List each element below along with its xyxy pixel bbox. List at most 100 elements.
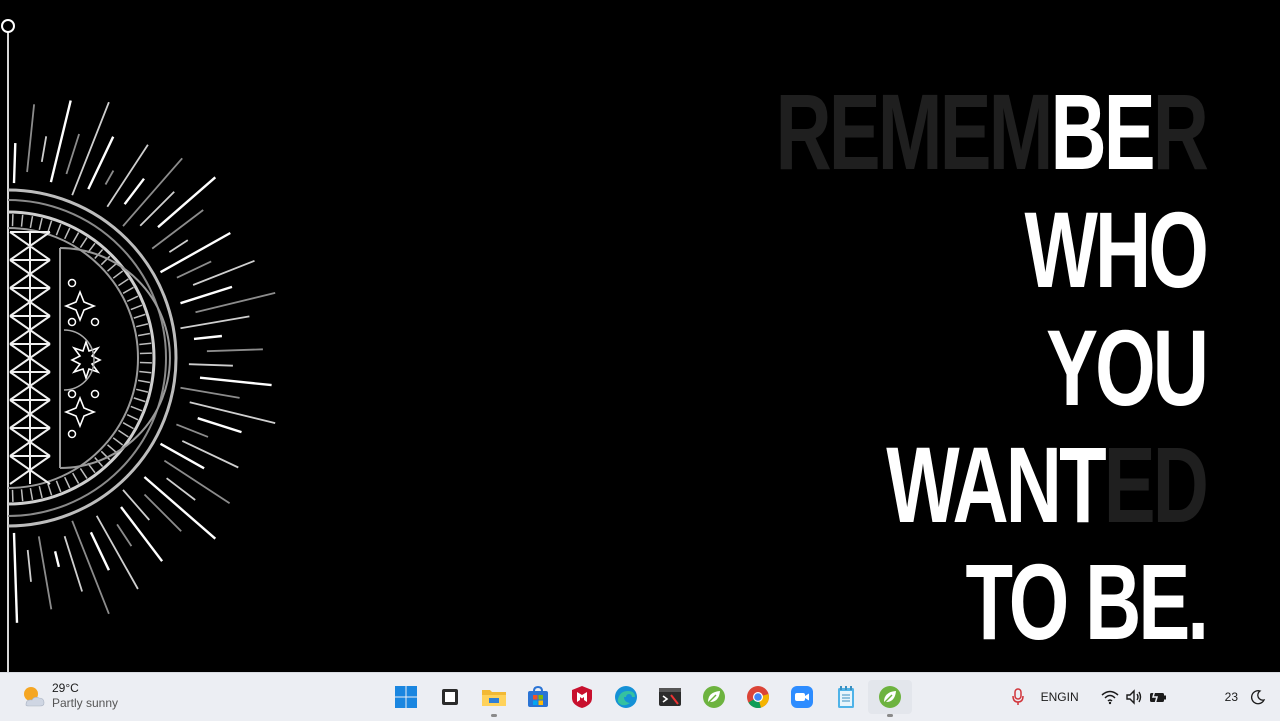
sunburst-tick — [134, 314, 146, 318]
weather-widget[interactable]: 29°C Partly sunny — [20, 681, 118, 711]
sunburst-ray — [65, 536, 83, 591]
sunburst-ray — [117, 524, 131, 546]
running-indicator — [887, 714, 893, 717]
mcafee-shield-icon — [570, 685, 594, 709]
sunburst-ray — [198, 418, 242, 432]
video-camera-icon — [790, 685, 814, 709]
sunburst-tick — [65, 477, 70, 488]
microphone-button[interactable] — [1011, 688, 1025, 706]
quote-bright-want: WANT — [886, 424, 1103, 545]
sunburst-ray — [145, 495, 182, 532]
sunburst-tick — [138, 334, 150, 336]
battery-button[interactable] — [1149, 689, 1167, 705]
sunburst-ray — [158, 177, 215, 227]
sunburst-tick — [138, 380, 150, 382]
sunburst-ray — [66, 134, 79, 174]
sunburst-tick — [80, 468, 87, 478]
wifi-button[interactable] — [1101, 689, 1119, 705]
sunburst-ray — [140, 192, 174, 226]
sunburst-ray — [121, 507, 162, 561]
notepad-button[interactable] — [824, 680, 868, 714]
sunburst-ray — [200, 378, 272, 385]
sunburst-ray — [167, 478, 196, 500]
volume-button[interactable] — [1125, 689, 1143, 705]
sunburst-ray — [181, 316, 250, 328]
sunburst-ray — [181, 388, 240, 398]
sunburst-ray — [91, 532, 109, 570]
sunburst-ray — [189, 364, 233, 366]
focus-assist-button[interactable] — [1250, 689, 1266, 705]
sunburst-tick — [136, 389, 148, 392]
zoom-button[interactable] — [780, 680, 824, 714]
quote-dim-prefix: REMEM — [775, 71, 1050, 192]
sunburst-tick — [108, 263, 117, 271]
sunburst-ray — [39, 536, 52, 609]
sunburst-ray — [177, 261, 211, 277]
sunburst-ray — [14, 533, 17, 623]
weather-temperature: 29°C — [52, 681, 118, 696]
mcafee-button[interactable] — [560, 680, 604, 714]
running-indicator — [491, 714, 497, 717]
sunburst-ray — [106, 171, 114, 185]
sunburst-tick — [118, 430, 128, 437]
moon-icon — [1250, 689, 1266, 705]
quote-line-5: TO BE. — [965, 548, 1206, 656]
sunburst-tick — [139, 343, 151, 344]
store-icon — [526, 685, 550, 709]
sunburst-tick — [127, 296, 138, 301]
sun-cloud-icon — [20, 683, 46, 709]
taskbar: 29°C Partly sunny — [0, 672, 1280, 721]
leaf-icon — [702, 685, 726, 709]
sunburst-ray — [207, 349, 263, 351]
sunburst-tick — [127, 415, 138, 420]
sunburst-tick — [139, 372, 151, 373]
notepad-icon — [835, 685, 857, 709]
sunburst-tick — [136, 324, 148, 327]
windows-logo-icon — [394, 685, 418, 709]
sunburst-tick — [73, 233, 79, 243]
microsoft-store-button[interactable] — [516, 680, 560, 714]
sunburst-ray — [182, 441, 238, 468]
sunburst-ray — [164, 461, 229, 504]
sunburst-decoration — [0, 0, 300, 672]
task-view-icon — [439, 686, 461, 708]
quote-line-3: YOU — [1046, 314, 1206, 422]
sunburst-tick — [73, 473, 79, 483]
sunburst-tick — [30, 488, 32, 500]
file-explorer-button[interactable] — [472, 680, 516, 714]
edge-button[interactable] — [604, 680, 648, 714]
system-tray: ENG IN 23 — [1001, 673, 1266, 721]
chrome-icon — [746, 685, 770, 709]
sunburst-tick — [56, 481, 60, 492]
sunburst-ray — [193, 261, 254, 285]
language-indicator[interactable]: ENG IN — [1041, 690, 1079, 705]
weather-condition: Partly sunny — [52, 696, 118, 711]
quote-bright-be: BE — [1050, 71, 1152, 192]
sunburst-tick — [22, 489, 23, 501]
sunburst-ray — [194, 336, 222, 339]
quote-line-4: WANTED — [886, 431, 1206, 539]
chrome-button[interactable] — [736, 680, 780, 714]
sunburst-ray — [161, 233, 231, 272]
clock[interactable]: 23 — [1225, 690, 1238, 704]
sunburst-tick — [80, 238, 87, 248]
sunburst-ray — [72, 521, 109, 614]
sunburst-ray — [169, 240, 187, 252]
spring-tool-button[interactable] — [692, 680, 736, 714]
start-button[interactable] — [384, 680, 428, 714]
edge-icon — [614, 685, 638, 709]
sunburst-tick — [113, 438, 123, 445]
sunburst-ray — [152, 210, 203, 249]
task-view-button[interactable] — [428, 680, 472, 714]
sunburst-tick — [134, 398, 146, 402]
spring-tool-2-button[interactable] — [868, 680, 912, 714]
sunburst-ray — [176, 424, 208, 437]
language-region: IN — [1067, 690, 1079, 705]
quote-line-1: REMEMBER — [775, 78, 1206, 186]
sunburst-ray — [97, 516, 138, 589]
sunburst-tick — [131, 305, 142, 309]
sunburst-ray — [181, 287, 233, 303]
wifi-icon — [1101, 689, 1119, 705]
quote-line-2: WHO — [1025, 196, 1206, 304]
terminal-button[interactable] — [648, 680, 692, 714]
